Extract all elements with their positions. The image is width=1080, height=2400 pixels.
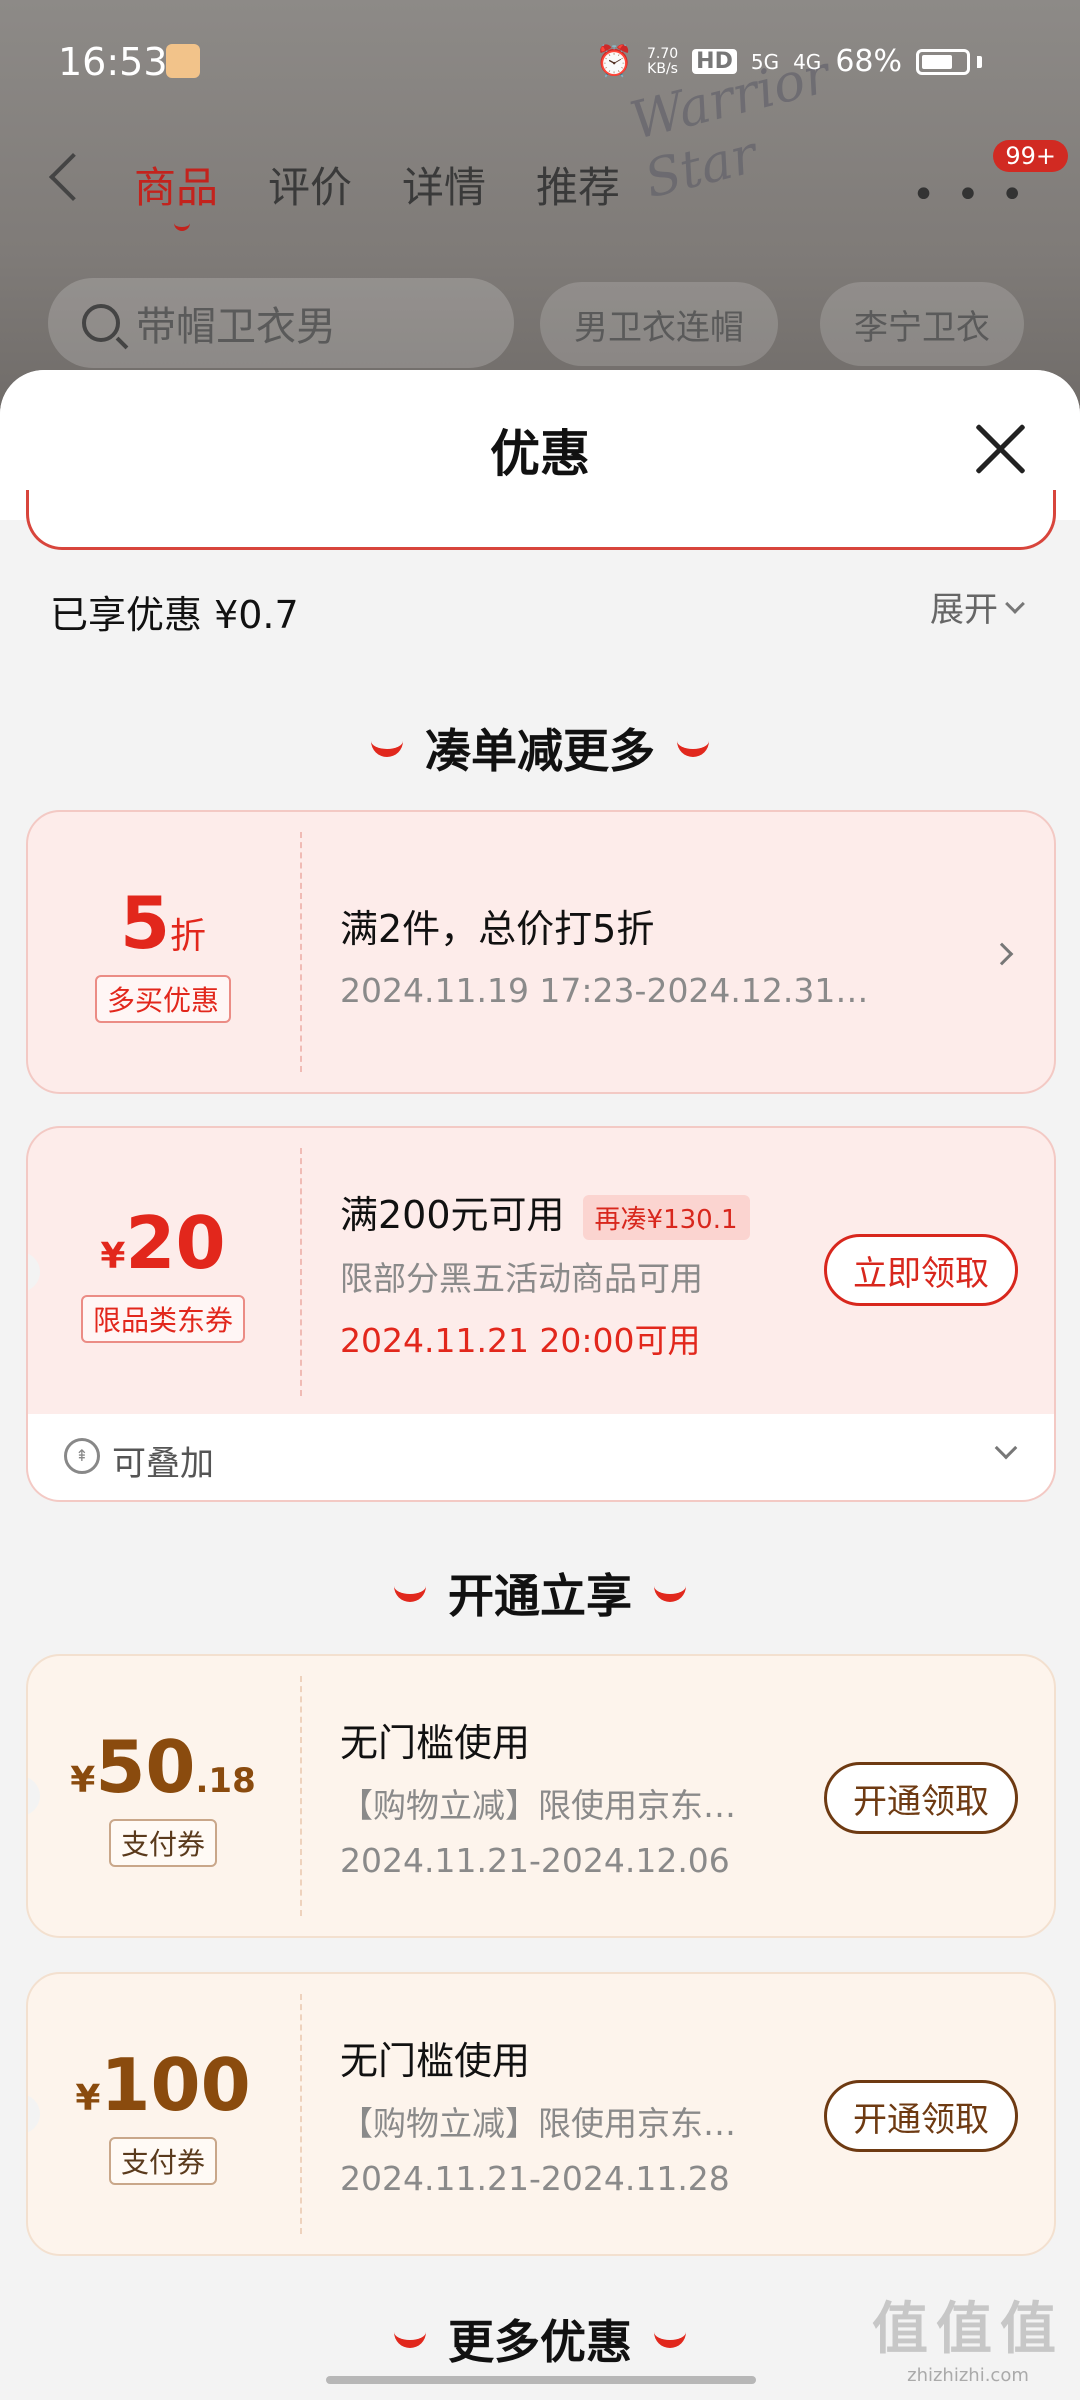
discount-sheet: 优惠 已享优惠 ¥0.7 展开 凑单减更多 5折 多买优惠 满2件，总价打5折 … xyxy=(0,370,1080,2400)
card-title: 无门槛使用 xyxy=(340,1721,531,1765)
battery-percent: 68% xyxy=(835,44,902,79)
smile-deco-icon xyxy=(371,739,403,757)
product-page-background: Warrior Star 16:53 ⏰ 7.70 KB/s HD 5G 4G 6… xyxy=(0,0,1080,420)
message-badge: 99+ xyxy=(993,140,1068,172)
tab-product[interactable]: 商品 xyxy=(134,154,218,231)
sheet-title: 优惠 xyxy=(490,425,590,483)
stackable-label: 可叠加 xyxy=(112,1444,214,1484)
card-date: 2024.11.21-2024.11.28 xyxy=(340,2159,730,2198)
card-left: 5折 多买优惠 xyxy=(28,812,298,1092)
signal-5g-icon: 5G xyxy=(750,49,780,74)
card-subtitle: 【购物立减】限使用京东… xyxy=(340,2104,736,2143)
coupon-amount: ¥50.18 xyxy=(70,1725,256,1809)
remaining-amount-chip: 再凑¥130.1 xyxy=(582,1195,750,1240)
product-nav: 商品 评价 详情 推荐 • • • 99+ xyxy=(0,140,1080,240)
net-speed: 7.70 KB/s xyxy=(646,45,679,77)
product-tabs: 商品 评价 详情 推荐 xyxy=(134,154,620,231)
card-left: ¥100 支付券 xyxy=(28,1974,298,2254)
home-indicator[interactable] xyxy=(326,2376,756,2384)
tab-details[interactable]: 详情 xyxy=(402,154,486,215)
status-icons: ⏰ 7.70 KB/s HD 5G 4G 68% xyxy=(596,44,970,79)
more-icon[interactable]: • • • xyxy=(912,172,1028,218)
smile-deco-icon xyxy=(394,2330,426,2348)
claim-button[interactable]: 立即领取 xyxy=(824,1234,1018,1306)
summary-card-edge xyxy=(26,490,1056,550)
card-tag: 多买优惠 xyxy=(94,975,231,1023)
chevron-down-icon xyxy=(1005,593,1025,614)
dashed-divider xyxy=(300,1994,302,2234)
card-left: ¥20 限品类东券 xyxy=(28,1128,298,1416)
card-left: ¥50.18 支付券 xyxy=(28,1656,298,1936)
close-icon[interactable] xyxy=(972,420,1028,476)
search-placeholder: 带帽卫衣男 xyxy=(136,304,336,350)
stackable-row[interactable]: ⇞ 可叠加 xyxy=(26,1414,1056,1502)
hd-icon: HD xyxy=(692,49,737,74)
tab-recommend[interactable]: 推荐 xyxy=(536,154,620,215)
search-icon xyxy=(82,304,120,342)
signal-4g-icon: 4G xyxy=(793,49,822,74)
chevron-right-icon xyxy=(990,942,1014,966)
discount-amount: 5折 xyxy=(119,881,207,965)
smile-deco-icon xyxy=(654,2330,686,2348)
search-row: 带帽卫衣男 男卫衣连帽 李宁卫衣 xyxy=(0,278,1080,368)
saved-row: 已享优惠 ¥0.7 展开 xyxy=(0,550,1080,660)
card-subtitle: 【购物立减】限使用京东… xyxy=(340,1786,736,1825)
back-icon[interactable] xyxy=(48,152,98,202)
battery-cap xyxy=(977,56,982,68)
promo-card-pay-coupon-100: ¥100 支付券 无门槛使用 【购物立减】限使用京东… 2024.11.21-2… xyxy=(26,1972,1056,2256)
smile-deco-icon xyxy=(677,739,709,757)
card-tag: 支付券 xyxy=(108,2137,217,2185)
tab-reviews[interactable]: 评价 xyxy=(268,154,352,215)
card-info: 满200元可用 再凑¥130.1 限部分黑五活动商品可用 2024.11.21 2… xyxy=(340,1184,750,1362)
expand-button[interactable]: 展开 xyxy=(930,582,1025,631)
section-title-2: 开通立享 xyxy=(0,1560,1080,1626)
promo-card-coupon-20: ¥20 限品类东券 满200元可用 再凑¥130.1 限部分黑五活动商品可用 20… xyxy=(26,1126,1056,1416)
stack-icon: ⇞ xyxy=(64,1438,100,1474)
app-notification-icon xyxy=(166,44,200,78)
status-time: 16:53 xyxy=(58,40,168,84)
card-date: 2024.11.21-2024.12.06 xyxy=(340,1841,730,1880)
section-title-1: 凑单减更多 xyxy=(0,715,1080,781)
card-title: 无门槛使用 xyxy=(340,2039,531,2083)
card-date: 2024.11.19 17:23-2024.12.31… xyxy=(340,971,869,1010)
alarm-icon: ⏰ xyxy=(595,44,633,79)
smile-deco-icon xyxy=(654,1584,686,1602)
activate-claim-button[interactable]: 开通领取 xyxy=(824,1762,1018,1834)
card-subtitle: 限部分黑五活动商品可用 xyxy=(340,1259,703,1298)
smile-deco-icon xyxy=(394,1584,426,1602)
card-info: 无门槛使用 【购物立减】限使用京东… 2024.11.21-2024.12.06 xyxy=(340,1712,736,1880)
card-title: 满2件，总价打5折 xyxy=(340,907,655,951)
card-tag: 限品类东券 xyxy=(80,1295,245,1343)
card-tag: 支付券 xyxy=(108,1819,217,1867)
card-title: 满200元可用 再凑¥130.1 xyxy=(340,1184,750,1240)
chevron-down-icon xyxy=(994,1436,1018,1460)
card-info: 无门槛使用 【购物立减】限使用京东… 2024.11.21-2024.11.28 xyxy=(340,2030,736,2198)
dashed-divider xyxy=(300,832,302,1072)
dashed-divider xyxy=(300,1676,302,1916)
status-bar: 16:53 ⏰ 7.70 KB/s HD 5G 4G 68% xyxy=(0,0,1080,124)
coupon-amount: ¥100 xyxy=(75,2043,251,2127)
watermark: 值值值 zhizhizhi.com xyxy=(872,2297,1064,2386)
search-chip-2[interactable]: 李宁卫衣 xyxy=(820,282,1024,366)
card-date: 2024.11.21 20:00可用 xyxy=(340,1321,701,1360)
search-input[interactable]: 带帽卫衣男 xyxy=(48,278,514,368)
search-chip-1[interactable]: 男卫衣连帽 xyxy=(540,282,778,366)
coupon-amount: ¥20 xyxy=(100,1201,226,1285)
card-info: 满2件，总价打5折 2024.11.19 17:23-2024.12.31… xyxy=(340,898,868,1010)
promo-card-pay-coupon-50: ¥50.18 支付券 无门槛使用 【购物立减】限使用京东… 2024.11.21… xyxy=(26,1654,1056,1938)
activate-claim-button[interactable]: 开通领取 xyxy=(824,2080,1018,2152)
battery-icon xyxy=(916,48,970,75)
promo-card-discount[interactable]: 5折 多买优惠 满2件，总价打5折 2024.11.19 17:23-2024.… xyxy=(26,810,1056,1094)
dashed-divider xyxy=(300,1148,302,1396)
saved-amount: 已享优惠 ¥0.7 xyxy=(50,593,299,637)
